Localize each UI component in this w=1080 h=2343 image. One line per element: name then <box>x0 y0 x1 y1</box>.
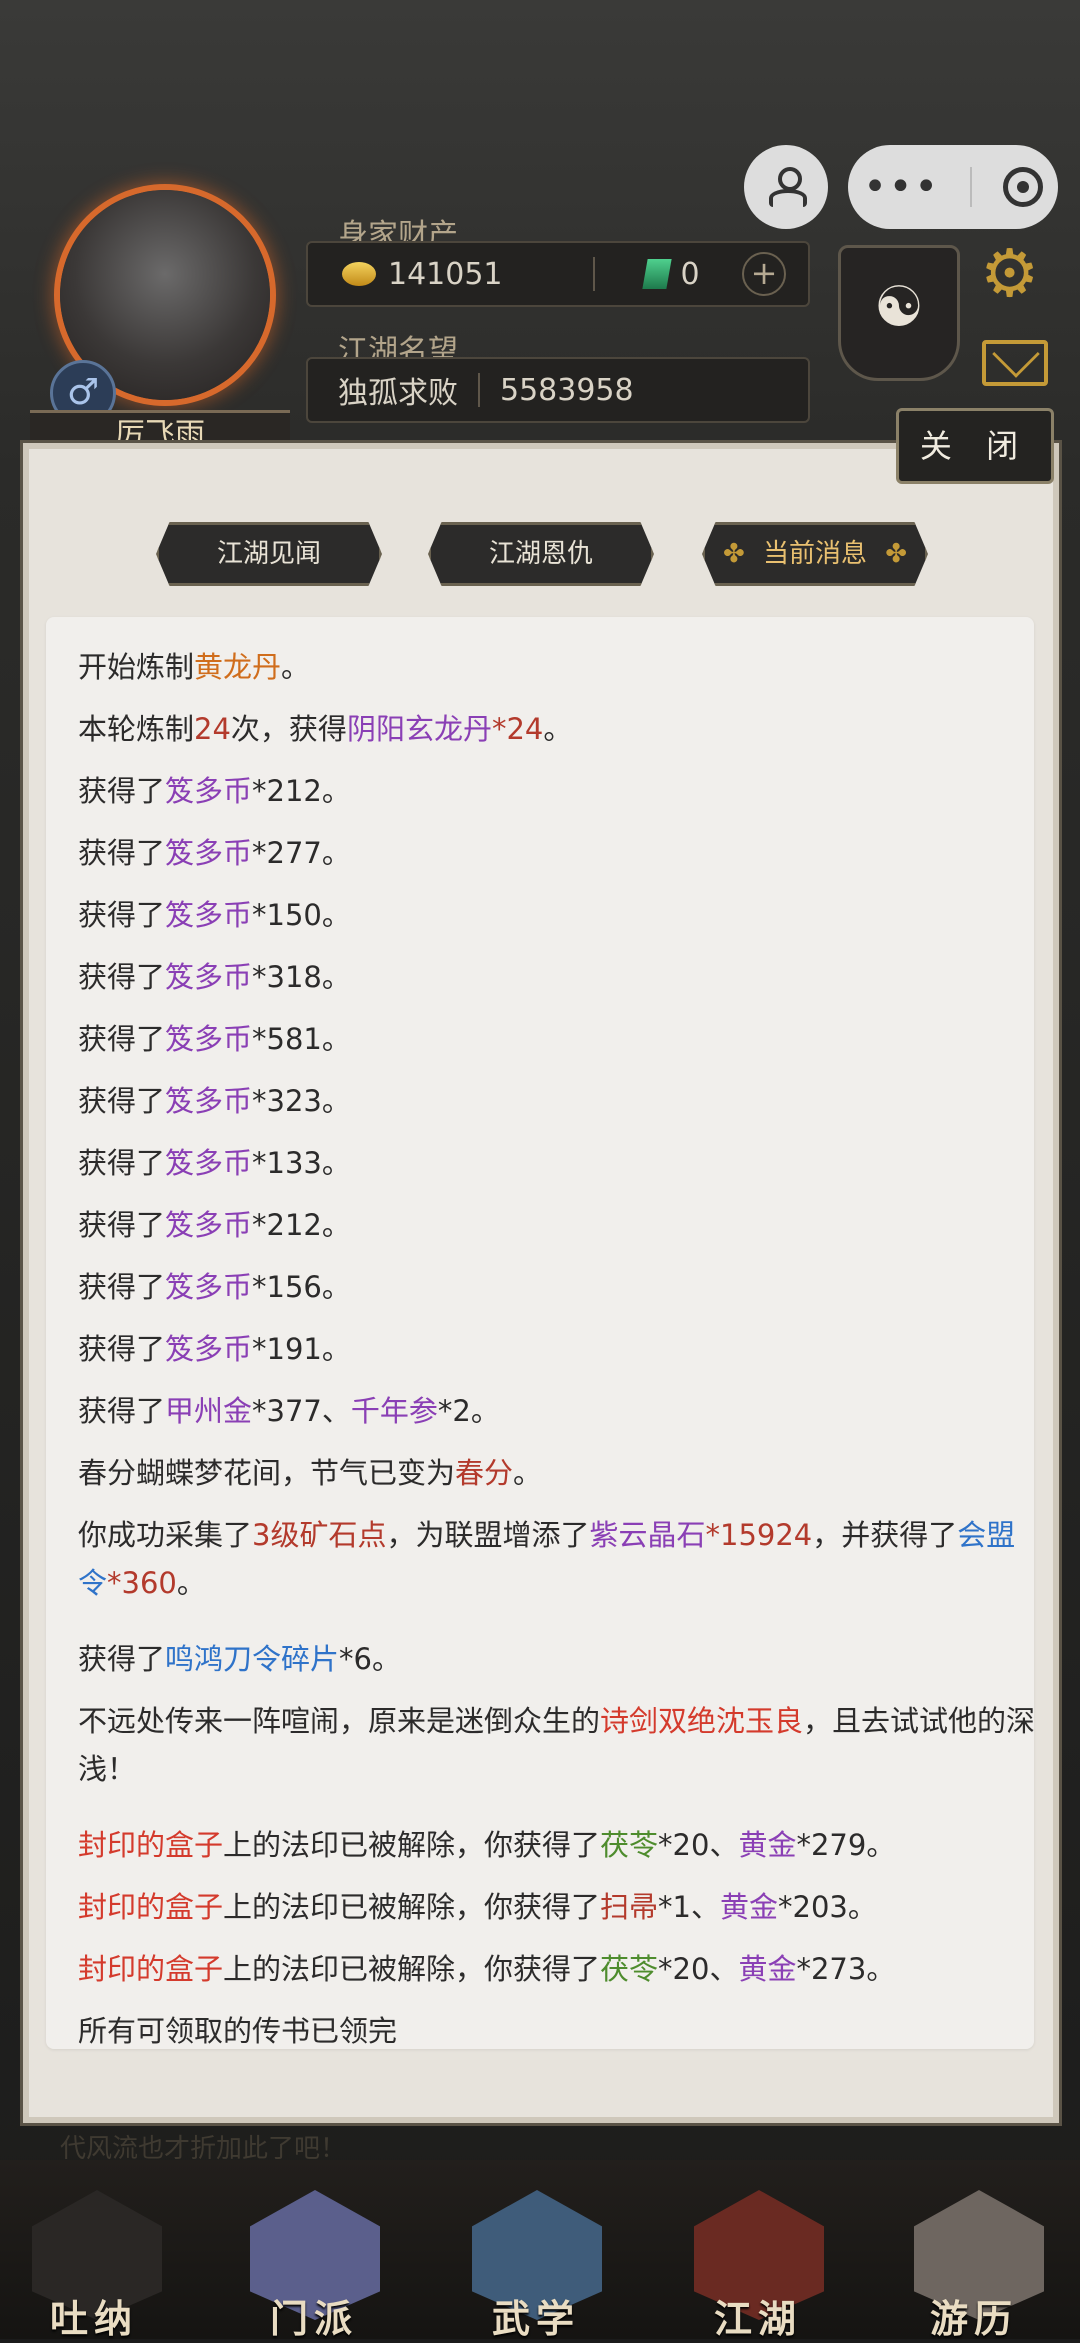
tab-jianghu-feud[interactable]: 江湖恩仇 <box>428 522 654 586</box>
list-item: 春分蝴蝶梦花间，节气已变为春分。 <box>78 1456 543 1490</box>
list-item: 获得了笈多币*212。 <box>78 774 351 808</box>
list-item: 开始炼制黄龙丹。 <box>78 650 311 684</box>
nav-label-travel[interactable]: 游历 <box>930 2288 1018 2343</box>
list-item: 获得了笈多币*191。 <box>78 1332 351 1366</box>
jade-icon <box>641 259 672 289</box>
nav-label-sect[interactable]: 门派 <box>270 2288 358 2343</box>
reputation-value: 5583958 <box>500 372 634 408</box>
wealth-bar: 141051 0 + <box>306 241 810 307</box>
jade-amount: 0 <box>680 256 700 292</box>
more-icon[interactable]: ••• <box>863 164 940 210</box>
tab-current-messages[interactable]: ✤ 当前消息 ✤ <box>702 522 928 586</box>
mail-icon[interactable] <box>982 340 1048 386</box>
gold-amount: 141051 <box>388 256 503 292</box>
list-item: 获得了笈多币*212。 <box>78 1208 351 1242</box>
list-item: 所有可领取的传书已领完 <box>78 2014 398 2048</box>
person-icon <box>769 167 807 207</box>
close-button[interactable]: 关 闭 <box>896 408 1054 484</box>
list-item: 获得了笈多币*581。 <box>78 1022 351 1056</box>
list-item: 封印的盒子上的法印已被解除，你获得了茯苓*20、黄金*273。 <box>78 1952 896 1986</box>
message-list[interactable]: 开始炼制黄龙丹。 本轮炼制24次，获得阴阳玄龙丹*24。 获得了笈多币*212。… <box>46 617 1035 2049</box>
list-item: 获得了笈多币*277。 <box>78 836 351 870</box>
taiji-icon[interactable]: ☯ <box>838 245 960 381</box>
list-item: 不远处传来一阵喧闹，原来是迷倒众生的诗剑双绝沈玉良，且去试试他的深浅！ <box>78 1704 1036 1786</box>
close-target-icon[interactable] <box>1002 167 1043 207</box>
add-currency-button[interactable]: + <box>742 252 786 296</box>
list-item: 获得了笈多币*323。 <box>78 1084 351 1118</box>
mini-program-capsule: ••• <box>848 145 1058 229</box>
reputation-bar: 独孤求败 5583958 <box>306 357 810 423</box>
nav-label-martial[interactable]: 武学 <box>492 2288 580 2343</box>
list-item: 你成功采集了3级矿石点，为联盟增添了紫云晶石*15924，并获得了会盟令*360… <box>78 1518 1016 1600</box>
profile-pill-button[interactable] <box>744 145 828 229</box>
gold-ingot-icon <box>342 262 376 286</box>
gear-icon[interactable]: ⚙ <box>980 235 1039 312</box>
list-item: 获得了甲州金*377、千年参*2。 <box>78 1394 500 1428</box>
list-item: 封印的盒子上的法印已被解除，你获得了茯苓*20、黄金*279。 <box>78 1828 896 1862</box>
list-item: 获得了笈多币*150。 <box>78 898 351 932</box>
tab-jianghu-news[interactable]: 江湖见闻 <box>156 522 382 586</box>
rank-title: 独孤求败 <box>338 376 458 411</box>
list-item: 本轮炼制24次，获得阴阳玄龙丹*24。 <box>78 712 573 746</box>
list-item: 获得了鸣鸿刀令碎片*6。 <box>78 1642 401 1676</box>
ornament-icon: ✤ <box>723 539 745 569</box>
ornament-icon: ✤ <box>885 539 907 569</box>
nav-label-tuna[interactable]: 吐纳 <box>50 2288 138 2343</box>
nav-label-jianghu[interactable]: 江湖 <box>714 2288 802 2343</box>
list-item: 获得了笈多币*156。 <box>78 1270 351 1304</box>
list-item: 封印的盒子上的法印已被解除，你获得了扫帚*1、黄金*203。 <box>78 1890 877 1924</box>
list-item: 获得了笈多币*133。 <box>78 1146 351 1180</box>
list-item: 获得了笈多币*318。 <box>78 960 351 994</box>
